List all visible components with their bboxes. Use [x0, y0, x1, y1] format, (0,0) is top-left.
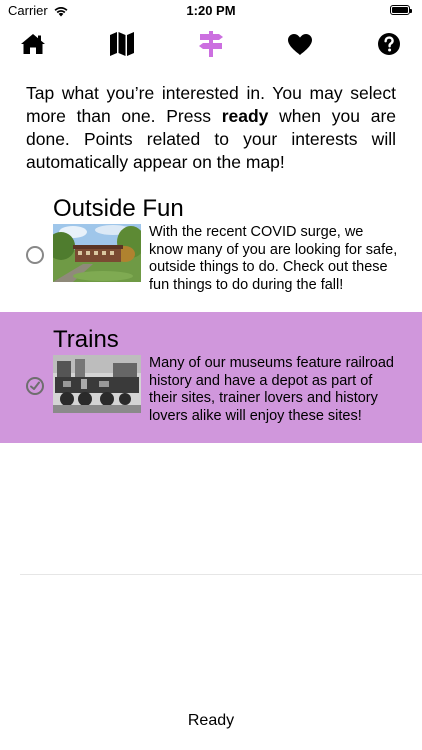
interest-title: Outside Fun [53, 195, 184, 222]
divider [20, 574, 422, 575]
interest-description: With the recent COVID surge, we know man… [149, 224, 398, 293]
battery-level [392, 7, 408, 13]
heart-icon [288, 33, 312, 55]
outside-fun-photo [53, 224, 141, 282]
interest-description: Many of our museums feature railroad his… [149, 355, 394, 424]
battery-icon [390, 5, 412, 15]
ready-button[interactable]: Ready [0, 712, 422, 730]
interest-trains[interactable]: Trains Many of our museums feature railr… [0, 312, 422, 443]
instructions-ready-word: ready [221, 106, 269, 126]
tab-map[interactable] [107, 29, 137, 59]
trains-photo [53, 355, 141, 413]
radio-unchecked-icon[interactable] [26, 246, 44, 264]
interests-screen: Carrier 1:20 PM Tap what you’re interest… [0, 0, 422, 750]
status-bar: Carrier 1:20 PM [0, 0, 422, 22]
home-icon [21, 34, 45, 54]
tab-interests[interactable] [196, 29, 226, 59]
interest-outside-fun[interactable]: Outside Fun With the recent COVID surge,… [0, 181, 422, 312]
question-icon [378, 33, 400, 55]
battery-tip [410, 9, 412, 13]
checkmark-icon [30, 381, 40, 390]
signpost-icon [199, 31, 223, 57]
tab-help[interactable] [374, 29, 404, 59]
map-icon [110, 32, 134, 56]
tab-favorites[interactable] [285, 29, 315, 59]
nav-bar [0, 28, 422, 60]
instructions-text: Tap what you’re interested in. You may s… [26, 82, 396, 174]
tab-home[interactable] [18, 29, 48, 59]
interest-title: Trains [53, 326, 119, 353]
clock: 1:20 PM [186, 3, 236, 18]
radio-checked-icon[interactable] [26, 377, 44, 395]
